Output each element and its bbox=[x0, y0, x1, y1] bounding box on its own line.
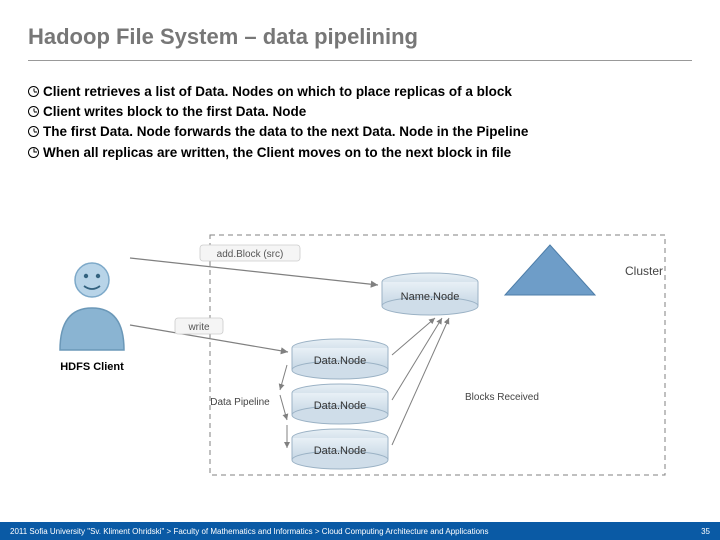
bullet-text: Client writes block to the first Data. N… bbox=[43, 103, 306, 121]
svg-text:Data.Node: Data.Node bbox=[314, 355, 367, 367]
clock-icon bbox=[28, 106, 39, 117]
cluster-label: Cluster bbox=[625, 264, 663, 278]
slide-title: Hadoop File System – data pipelining bbox=[0, 0, 720, 60]
data-pipeline-label: Data Pipeline bbox=[210, 397, 270, 408]
data-node-3: Data.Node bbox=[292, 429, 388, 469]
clock-icon bbox=[28, 126, 39, 137]
cluster-box bbox=[210, 235, 665, 475]
clock-icon bbox=[28, 147, 39, 158]
write-label: write bbox=[187, 322, 210, 333]
footer-text: 2011 Sofia University "Sv. Kliment Ohrid… bbox=[10, 527, 489, 536]
bullet-text: When all replicas are written, the Clien… bbox=[43, 144, 511, 162]
list-item: The first Data. Node forwards the data t… bbox=[28, 123, 692, 141]
hdfs-client-label: HDFS Client bbox=[60, 361, 124, 373]
svg-text:Data.Node: Data.Node bbox=[314, 400, 367, 412]
data-node-2: Data.Node bbox=[292, 384, 388, 424]
bullet-text: Client retrieves a list of Data. Nodes o… bbox=[43, 83, 512, 101]
hdfs-client-icon bbox=[60, 263, 124, 350]
add-block-label: add.Block (src) bbox=[217, 249, 284, 260]
list-item: Client writes block to the first Data. N… bbox=[28, 103, 692, 121]
data-node-1: Data.Node bbox=[292, 339, 388, 379]
architecture-diagram: HDFS Client Cluster Name.Node add.Block … bbox=[40, 230, 680, 480]
add-block-arrow bbox=[130, 258, 378, 285]
cluster-icon bbox=[505, 245, 595, 295]
bullet-text: The first Data. Node forwards the data t… bbox=[43, 123, 528, 141]
list-item: Client retrieves a list of Data. Nodes o… bbox=[28, 83, 692, 101]
bullet-list: Client retrieves a list of Data. Nodes o… bbox=[0, 83, 720, 162]
clock-icon bbox=[28, 86, 39, 97]
svg-text:Data.Node: Data.Node bbox=[314, 445, 367, 457]
svg-text:Name.Node: Name.Node bbox=[401, 291, 460, 303]
title-divider bbox=[28, 60, 692, 61]
name-node-cylinder: Name.Node bbox=[382, 273, 478, 315]
footer-bar: 2011 Sofia University "Sv. Kliment Ohrid… bbox=[0, 522, 720, 540]
list-item: When all replicas are written, the Clien… bbox=[28, 144, 692, 162]
blocks-received-label: Blocks Received bbox=[465, 392, 539, 403]
page-number: 35 bbox=[701, 527, 710, 536]
